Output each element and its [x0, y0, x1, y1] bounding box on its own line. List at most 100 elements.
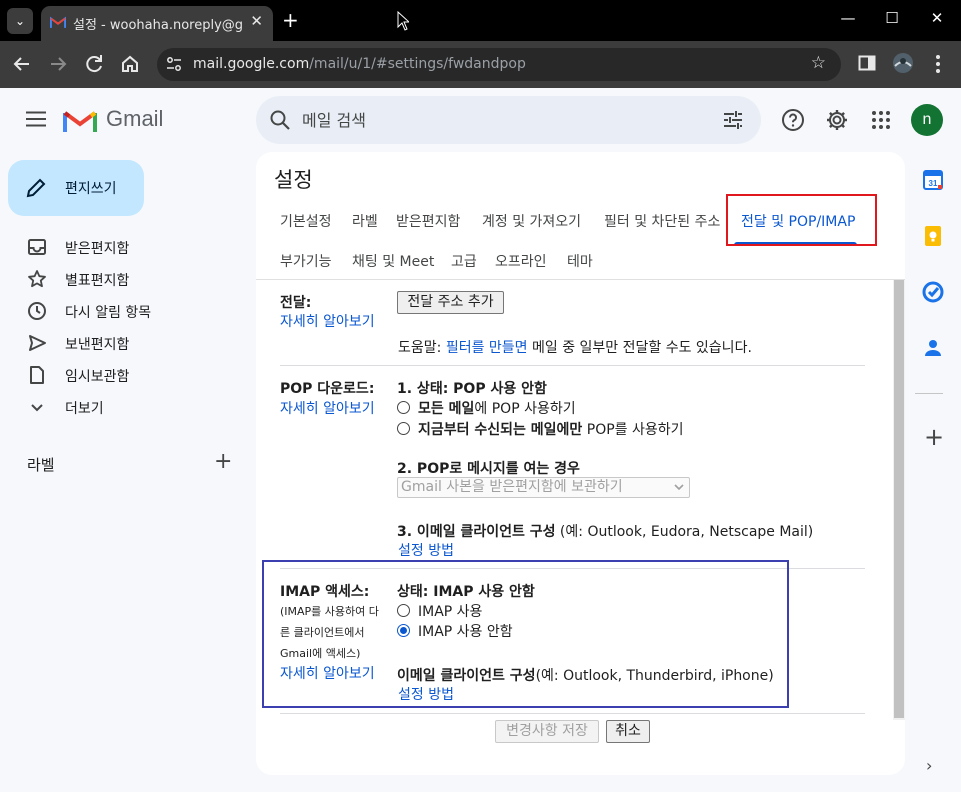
pop-client-config: 3. 이메일 클라이언트 구성 (예: Outlook, Eudora, Net… — [397, 521, 813, 541]
tab-close-icon[interactable]: ✕ — [250, 12, 263, 30]
tip-prefix: 도움말: — [398, 340, 446, 356]
pop-download-label: POP 다운로드: — [280, 381, 375, 397]
pop-setup-link[interactable]: 설정 방법 — [398, 540, 454, 560]
cancel-button[interactable]: 취소 — [606, 720, 650, 743]
pop-all-mail-label[interactable]: 모든 메일에 POP 사용하기 — [418, 398, 576, 418]
forward-icon[interactable] — [46, 52, 70, 76]
imap-disable-label[interactable]: IMAP 사용 안함 — [418, 621, 513, 641]
search-icon[interactable] — [269, 109, 291, 131]
search-options-icon[interactable] — [723, 110, 743, 130]
tip-suffix: 메일 중 일부만 전달할 수도 있습니다. — [527, 340, 752, 356]
draft-icon — [30, 366, 44, 384]
tab-search-button[interactable]: ⌄ — [7, 8, 33, 34]
browser-tab[interactable]: 설정 - woohaha.noreply@gmail.com ✕ — [41, 6, 273, 41]
pop-all-mail-radio[interactable] — [397, 401, 410, 414]
imap-setup-link[interactable]: 설정 방법 — [398, 684, 454, 704]
nav-item-drafts[interactable]: 임시보관함 — [0, 359, 250, 391]
tasks-icon[interactable] — [921, 280, 945, 304]
browser-tab-bar: ⌄ 설정 - woohaha.noreply@gmail.com ✕ + — ☐… — [0, 0, 961, 41]
gmail-logo-icon[interactable] — [63, 107, 97, 132]
send-icon — [29, 335, 46, 351]
add-forwarding-address-button[interactable]: 전달 주소 추가 — [397, 291, 504, 314]
compose-button[interactable]: 편지쓰기 — [8, 160, 144, 216]
pop-new-mail-rest: POP를 사용하기 — [582, 422, 684, 438]
add-label-button[interactable]: + — [214, 451, 232, 473]
settings-panel: 설정 기본설정 라벨 받은편지함 계정 및 가져오기 필터 및 차단된 주소 전… — [256, 152, 905, 775]
new-tab-button[interactable]: + — [282, 8, 299, 32]
bookmark-star-icon[interactable]: ☆ — [811, 53, 826, 73]
back-icon[interactable] — [10, 52, 34, 76]
search-bar[interactable] — [256, 96, 761, 144]
calendar-icon[interactable]: 31 — [921, 168, 945, 192]
get-addons-button[interactable]: + — [924, 425, 944, 449]
save-changes-button[interactable]: 변경사항 저장 — [495, 720, 599, 743]
site-info-icon[interactable] — [166, 56, 182, 72]
tab-labels[interactable]: 라벨 — [352, 211, 378, 231]
pop-access-select: Gmail 사본을 받은편지함에 보관하기 — [397, 477, 690, 498]
gmail-favicon-icon — [50, 16, 66, 28]
url-host: mail.google.com — [193, 56, 310, 72]
main-menu-icon[interactable] — [26, 111, 46, 127]
search-input[interactable] — [302, 105, 712, 135]
tab-filters[interactable]: 필터 및 차단된 주소 — [604, 211, 728, 231]
tab-general[interactable]: 기본설정 — [280, 211, 332, 231]
settings-content: 전달: 자세히 알아보기 전달 주소 추가 도움말: 필터를 만들면 메일 중 … — [256, 280, 892, 775]
address-bar[interactable]: mail.google.com/mail/u/1/#settings/fwdan… — [157, 48, 841, 81]
imap-client-heading: 이메일 클라이언트 구성 — [397, 668, 536, 684]
settings-gear-icon[interactable] — [825, 108, 849, 132]
nav-item-label: 보낸편지함 — [65, 337, 130, 353]
home-icon[interactable] — [118, 52, 142, 76]
pop-new-mail-bold: 지금부터 수신되는 메일에만 — [418, 422, 583, 438]
imap-note-line3: Gmail에 액세스) — [280, 647, 361, 660]
pop-new-mail-radio[interactable] — [397, 422, 410, 435]
pop-all-mail-bold: 모든 메일 — [418, 401, 475, 417]
settings-scrollbar[interactable] — [893, 280, 905, 720]
reload-icon[interactable] — [82, 52, 106, 76]
account-avatar[interactable]: n — [911, 104, 943, 136]
minimize-button[interactable]: — — [838, 9, 858, 27]
section-divider — [280, 713, 865, 714]
tab-advanced[interactable]: 고급 — [451, 251, 477, 271]
help-icon[interactable] — [781, 108, 805, 132]
chevron-down-icon — [31, 404, 43, 412]
imap-enable-radio[interactable] — [397, 604, 410, 617]
gmail-wordmark[interactable]: Gmail — [106, 106, 163, 132]
hide-side-panel-icon[interactable]: › — [926, 756, 932, 775]
tab-offline[interactable]: 오프라인 — [495, 251, 547, 271]
tab-accounts-import[interactable]: 계정 및 가져오기 — [482, 211, 581, 231]
google-apps-icon[interactable] — [869, 108, 893, 132]
contacts-icon[interactable] — [921, 336, 945, 360]
close-window-button[interactable]: ✕ — [927, 9, 947, 27]
nav-item-snoozed[interactable]: 다시 알림 항목 — [0, 295, 250, 327]
imap-note-line1: (IMAP를 사용하여 다 — [280, 605, 379, 618]
imap-access-label: IMAP 액세스: — [280, 584, 370, 600]
side-panel-icon[interactable] — [858, 54, 876, 72]
compose-label: 편지쓰기 — [65, 181, 117, 197]
browser-menu-icon[interactable] — [934, 54, 942, 74]
nav-item-sent[interactable]: 보낸편지함 — [0, 327, 250, 359]
nav-item-starred[interactable]: 별표편지함 — [0, 263, 250, 295]
imap-enable-label[interactable]: IMAP 사용 — [418, 601, 482, 621]
nav-item-label: 받은편지함 — [65, 241, 130, 257]
maximize-button[interactable]: ☐ — [882, 9, 902, 27]
forwarding-learn-more-link[interactable]: 자세히 알아보기 — [280, 311, 375, 331]
profile-avatar-icon[interactable] — [892, 52, 914, 74]
browser-toolbar: mail.google.com/mail/u/1/#settings/fwdan… — [0, 41, 961, 88]
tab-chat-meet[interactable]: 채팅 및 Meet — [352, 251, 434, 271]
imap-client-config: 이메일 클라이언트 구성(예: Outlook, Thunderbird, iP… — [397, 665, 774, 685]
tab-themes[interactable]: 테마 — [567, 251, 593, 271]
imap-disable-radio[interactable] — [397, 624, 410, 637]
imap-client-examples: (예: Outlook, Thunderbird, iPhone) — [535, 668, 774, 684]
keep-icon[interactable] — [921, 224, 945, 248]
nav-item-more[interactable]: 더보기 — [0, 391, 250, 423]
page-title: 설정 — [274, 168, 313, 192]
imap-learn-more-link[interactable]: 자세히 알아보기 — [280, 663, 375, 683]
side-panel-divider — [915, 393, 943, 394]
pop-new-mail-label[interactable]: 지금부터 수신되는 메일에만 POP를 사용하기 — [418, 419, 684, 439]
nav-item-inbox[interactable]: 받은편지함 — [0, 231, 250, 263]
tab-inbox[interactable]: 받은편지함 — [396, 211, 460, 231]
pop-learn-more-link[interactable]: 자세히 알아보기 — [280, 398, 375, 418]
create-filter-link[interactable]: 필터를 만들면 — [446, 340, 528, 356]
scrollbar-thumb[interactable] — [894, 280, 904, 718]
tab-addons[interactable]: 부가기능 — [280, 251, 332, 271]
